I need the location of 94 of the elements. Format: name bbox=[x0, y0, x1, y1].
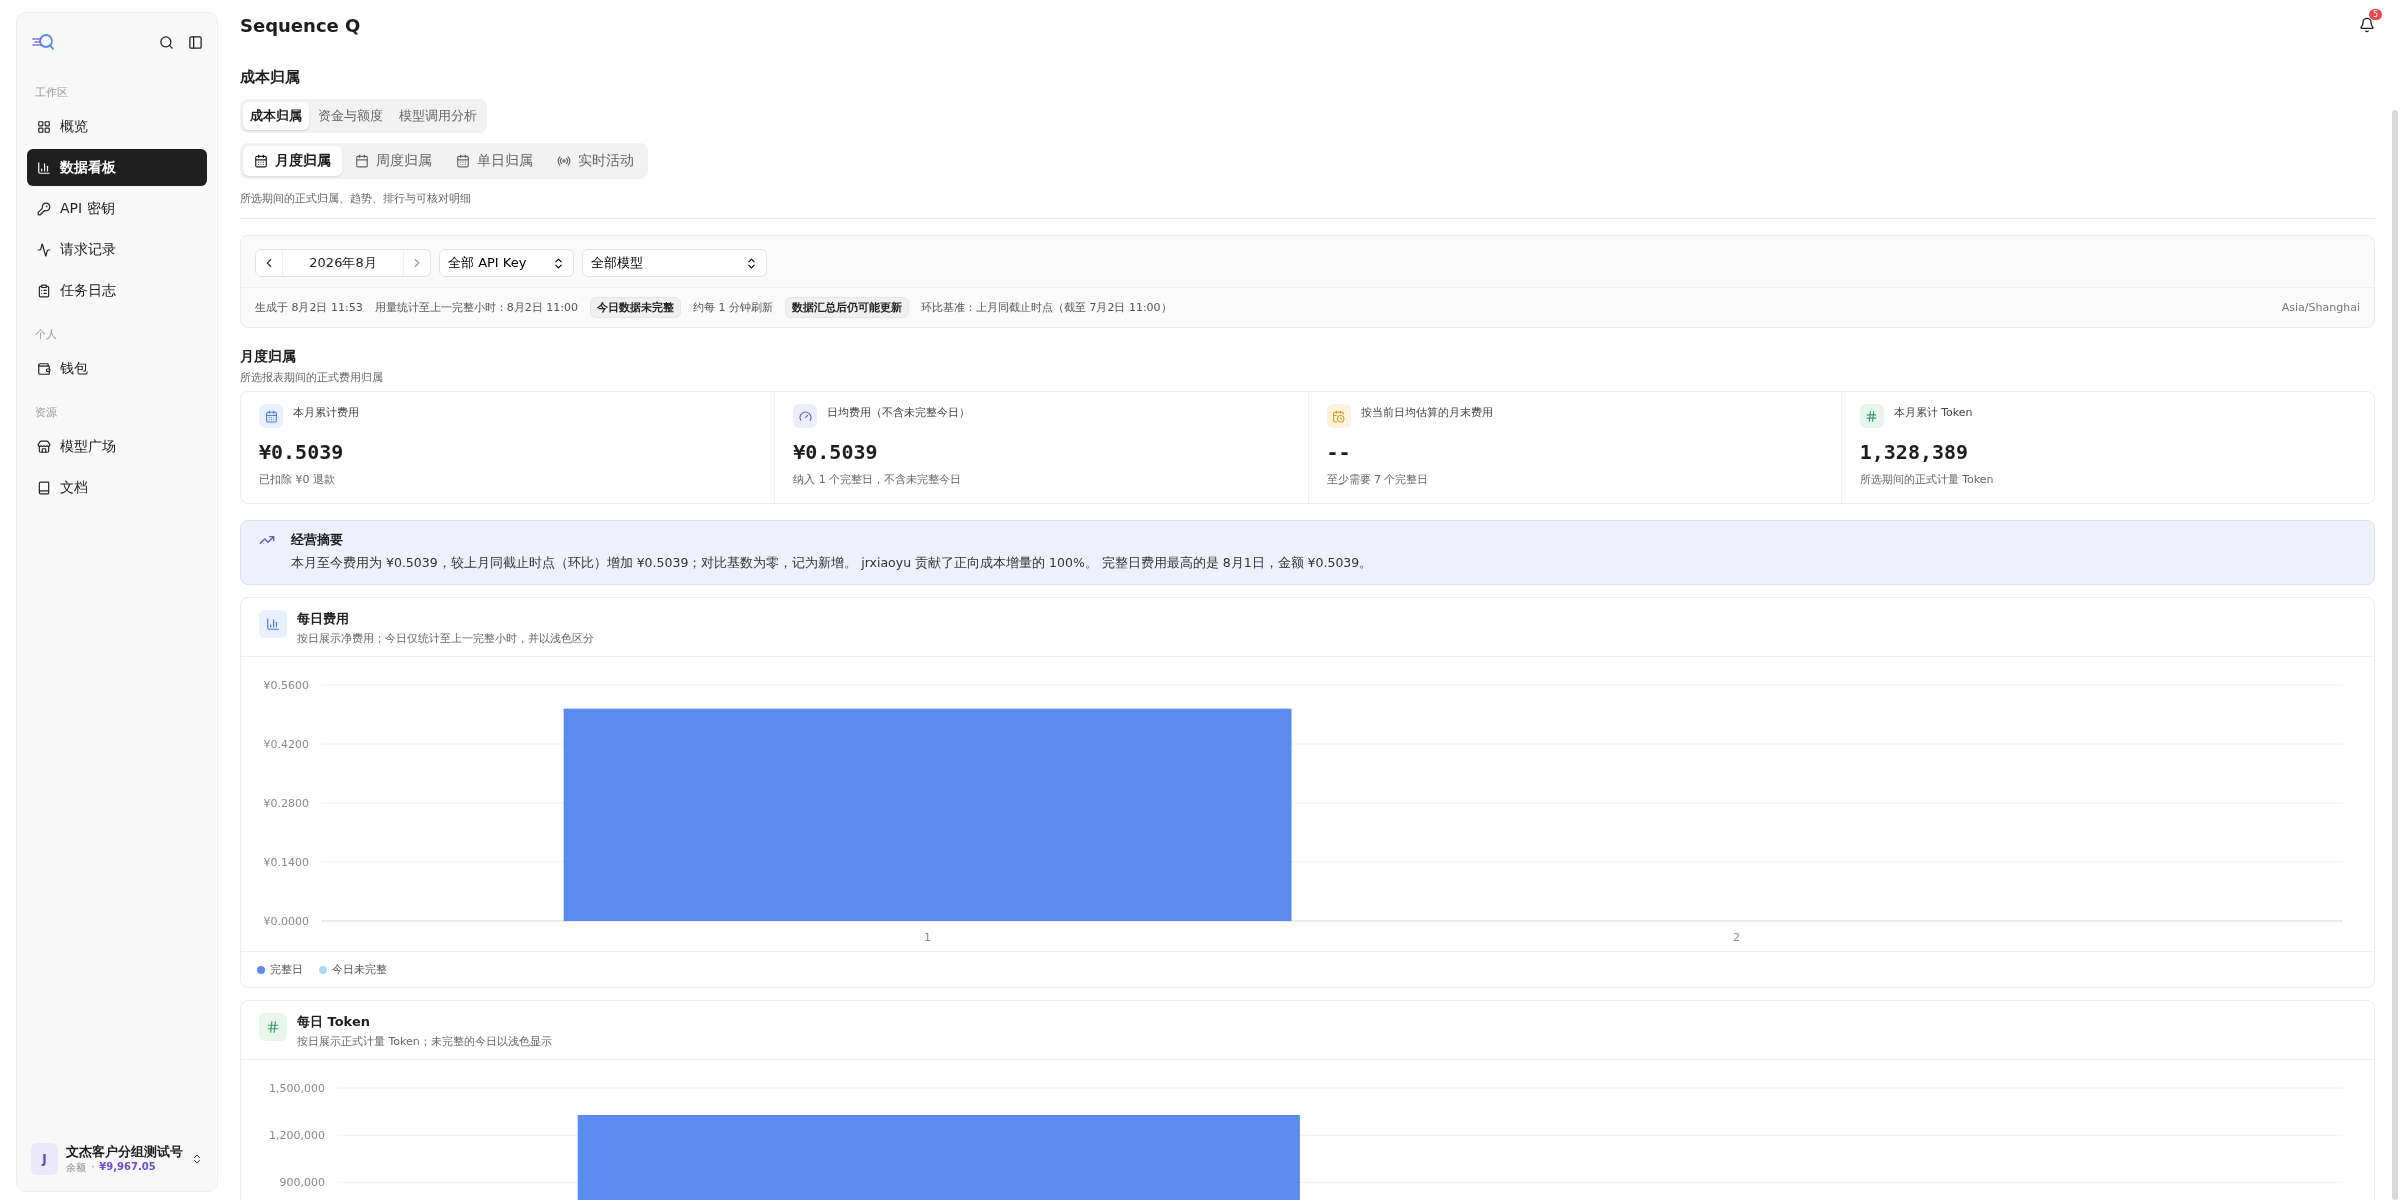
page-title: 成本归属 bbox=[240, 68, 301, 87]
storefront-icon bbox=[37, 439, 51, 454]
kpi-label: 本月累计 Token bbox=[1893, 405, 1973, 420]
kpi-value: ¥0.5039 bbox=[793, 440, 879, 464]
chart-subtitle: 按日展示正式计量 Token；未完整的今日以浅色显示 bbox=[297, 1034, 552, 1049]
y-axis-label: 900,000 bbox=[279, 1176, 325, 1190]
chevrons-up-down-icon bbox=[552, 256, 565, 270]
meta-text: 约每 1 分钟刷新 bbox=[692, 300, 773, 315]
hash-icon bbox=[1859, 404, 1884, 428]
summary-title: 经营摘要 bbox=[291, 531, 344, 549]
key-icon bbox=[37, 201, 51, 216]
nav-item[interactable]: 任务日志 bbox=[27, 272, 207, 309]
chart-subtitle: 按日展示净费用；今日仅统计至上一完整小时，并以浅色区分 bbox=[297, 631, 594, 646]
kpi-note: 所选期间的正式计量 Token bbox=[1859, 472, 1995, 487]
page-description: 所选期间的正式归属、趋势、排行与可核对明细 bbox=[240, 191, 472, 206]
tab[interactable]: 资金与额度 bbox=[311, 102, 390, 130]
tab[interactable]: 周度归属 bbox=[344, 146, 443, 176]
wallet-icon bbox=[37, 361, 51, 376]
nav-item[interactable]: 请求记录 bbox=[27, 231, 207, 268]
sidebar-toggle-icon[interactable] bbox=[188, 34, 203, 50]
calendar-icon bbox=[456, 154, 470, 168]
app-title: Sequence Q bbox=[240, 14, 361, 36]
status-tag: 今日数据未完整 bbox=[589, 297, 681, 318]
separator-dot: · bbox=[91, 1161, 95, 1174]
section-label: 个人 bbox=[35, 327, 58, 342]
status-tag: 数据汇总后仍可能更新 bbox=[784, 297, 909, 318]
kpi-label: 按当前日均估算的月末费用 bbox=[1360, 405, 1493, 420]
calendar-icon bbox=[355, 154, 369, 168]
nav-item[interactable]: 数据看板 bbox=[27, 149, 207, 186]
clipboard-icon bbox=[37, 283, 51, 298]
timezone-label: Asia/Shanghai bbox=[2281, 301, 2360, 314]
calendar-icon bbox=[254, 154, 268, 168]
section-label: 资源 bbox=[35, 405, 58, 420]
hash-icon bbox=[259, 1013, 287, 1041]
tab[interactable]: 实时活动 bbox=[546, 146, 645, 176]
tab[interactable]: 成本归属 bbox=[243, 102, 309, 130]
kpi-note: 纳入 1 个完整日，不含未完整今日 bbox=[793, 472, 963, 487]
scrollbar[interactable] bbox=[2392, 110, 2398, 1200]
grid-icon bbox=[37, 119, 51, 134]
y-axis-label: ¥0.1400 bbox=[263, 856, 309, 869]
model-select[interactable]: 全部模型 bbox=[582, 249, 767, 277]
legend-label: 完整日 bbox=[270, 962, 303, 977]
y-axis-label: ¥0.5600 bbox=[263, 679, 309, 692]
balance-amount: ¥9,967.05 bbox=[99, 1161, 156, 1174]
bar-chart-icon bbox=[259, 610, 287, 638]
calendar-icon bbox=[259, 404, 283, 428]
kpi-value: 1,328,389 bbox=[1859, 440, 1970, 464]
nav-item[interactable]: API 密钥 bbox=[27, 190, 207, 227]
x-axis-label: 1 bbox=[924, 931, 932, 944]
account-name: 文杰客户分组测试号 bbox=[66, 1143, 184, 1161]
meta-text: 环比基准：上月同截止时点（截至 7月2日 11:00） bbox=[920, 300, 1172, 315]
kpi-note: 至少需要 7 个完整日 bbox=[1326, 472, 1430, 487]
kpi-label: 日均费用（不含未完整今日） bbox=[827, 405, 971, 420]
avatar: J bbox=[31, 1143, 59, 1175]
tab[interactable]: 模型调用分析 bbox=[392, 102, 484, 130]
account-switch-icon[interactable] bbox=[191, 1152, 203, 1166]
kpi-value: -- bbox=[1326, 440, 1352, 464]
pulse-icon bbox=[37, 242, 51, 257]
legend-label: 今日未完整 bbox=[332, 962, 387, 977]
nav-item[interactable]: 模型广场 bbox=[27, 428, 207, 465]
tab[interactable]: 单日归属 bbox=[445, 146, 544, 176]
logo-icon bbox=[31, 32, 55, 52]
calendar-clock-icon bbox=[1326, 404, 1351, 428]
nav-item[interactable]: 文档 bbox=[27, 469, 207, 506]
book-icon bbox=[37, 480, 51, 495]
meta-text: 生成于 8月2日 11:53 bbox=[255, 300, 363, 315]
y-axis-label: ¥0.2800 bbox=[263, 797, 309, 810]
tab[interactable]: 月度归属 bbox=[243, 146, 342, 176]
gauge-icon bbox=[793, 404, 818, 428]
kpi-value: ¥0.5039 bbox=[259, 440, 345, 464]
x-axis-label: 2 bbox=[1732, 931, 1740, 944]
chevrons-up-down-icon bbox=[745, 256, 758, 270]
notification-count: 5 bbox=[2368, 9, 2382, 20]
y-axis-label: ¥0.0000 bbox=[263, 915, 309, 928]
section-title: 月度归属 bbox=[240, 348, 297, 366]
nav-item[interactable]: 钱包 bbox=[27, 350, 207, 387]
section-subtitle: 所选报表期间的正式费用归属 bbox=[240, 370, 384, 385]
broadcast-icon bbox=[557, 154, 571, 168]
y-axis-label: ¥0.4200 bbox=[263, 738, 309, 751]
section-label: 工作区 bbox=[35, 85, 69, 100]
kpi-label: 本月累计费用 bbox=[293, 405, 359, 420]
meta-text: 用量统计至上一完整小时：8月2日 11:00 bbox=[374, 300, 578, 315]
chart-title: 每日费用 bbox=[297, 610, 350, 628]
bell-icon[interactable] bbox=[2359, 17, 2375, 33]
search-icon[interactable] bbox=[159, 34, 174, 50]
api-key-select[interactable]: 全部 API Key bbox=[439, 249, 574, 277]
y-axis-label: 1,500,000 bbox=[269, 1082, 325, 1095]
bar-chart-icon bbox=[37, 160, 51, 175]
balance-label: 余额 bbox=[66, 1161, 87, 1175]
chart-title: 每日 Token bbox=[297, 1013, 371, 1031]
kpi-note: 已扣除 ¥0 退款 bbox=[259, 472, 336, 487]
y-axis-label: 1,200,000 bbox=[269, 1129, 325, 1143]
summary-text: 本月至今费用为 ¥0.5039，较上月同截止时点（环比）增加 ¥0.5039；对比基数为零，记为新增。 jrxiaoyu 贡献了正向成本增量的 100%。 完整日费用最高的是 8月1日，金额 ¥0.5039。 bbox=[291, 555, 1374, 572]
nav-item[interactable]: 概览 bbox=[27, 108, 207, 145]
